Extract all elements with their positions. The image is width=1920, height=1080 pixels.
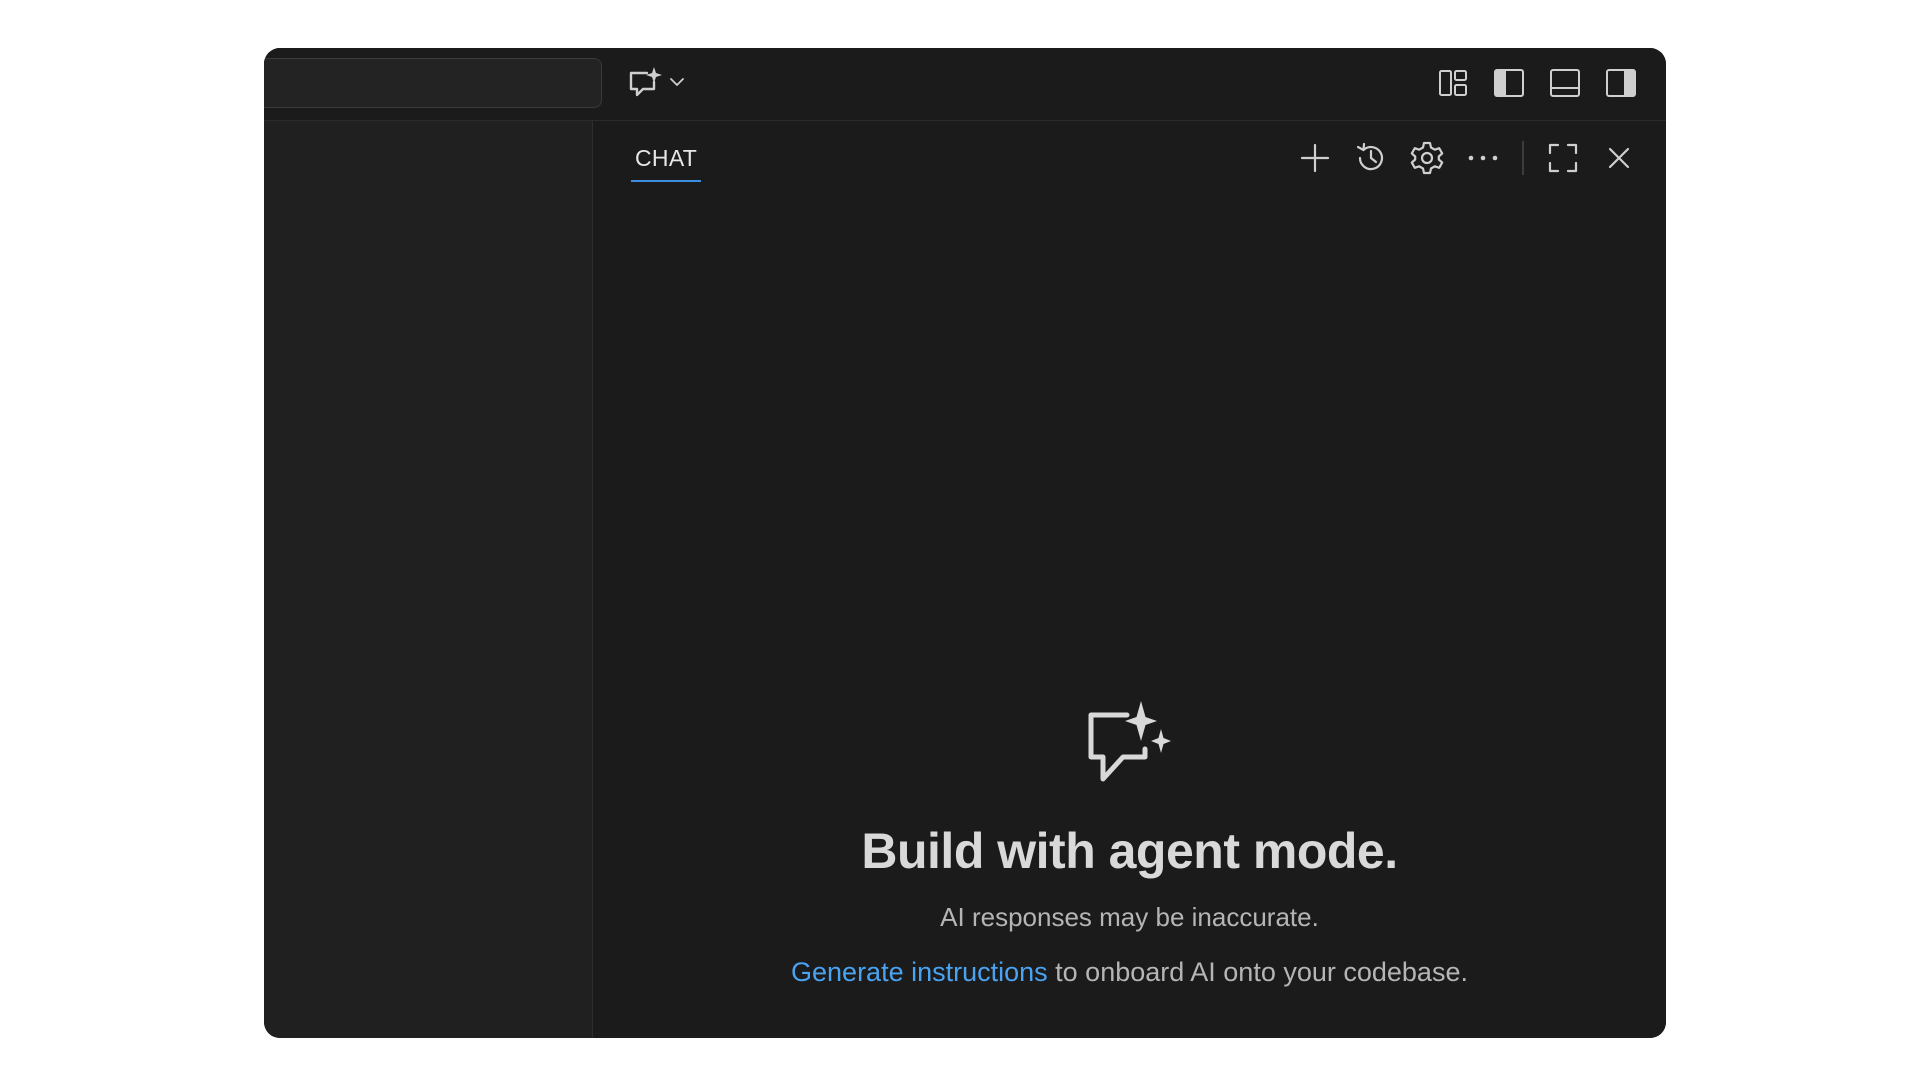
plus-icon [1299, 142, 1331, 174]
history-button[interactable] [1352, 139, 1390, 177]
maximize-button[interactable] [1544, 139, 1582, 177]
more-actions-button[interactable] [1464, 139, 1502, 177]
instructions-text: to onboard AI onto your codebase. [1047, 957, 1468, 987]
close-icon [1605, 144, 1633, 172]
primary-sidebar [264, 121, 593, 1038]
command-center-search[interactable] [264, 58, 602, 108]
chat-sparkle-icon [1087, 701, 1173, 787]
layout-controls [1436, 64, 1638, 102]
chat-actions [1296, 139, 1638, 177]
ellipsis-icon [1467, 153, 1499, 163]
sidebar-left-icon [1493, 68, 1525, 98]
title-bar [264, 48, 1666, 121]
panel-bottom-icon [1549, 68, 1581, 98]
copilot-chat-sparkle-icon [628, 65, 664, 99]
toggle-primary-sidebar-button[interactable] [1492, 66, 1526, 100]
customize-layout-button[interactable] [1436, 66, 1470, 100]
copilot-menu-button[interactable] [628, 64, 692, 100]
close-chat-button[interactable] [1600, 139, 1638, 177]
settings-button[interactable] [1408, 139, 1446, 177]
toolbar-separator [1522, 141, 1524, 175]
welcome-title: Build with agent mode. [861, 823, 1398, 879]
new-chat-button[interactable] [1296, 139, 1334, 177]
welcome-disclaimer: AI responses may be inaccurate. [940, 902, 1319, 932]
welcome-instructions: Generate instructions to onboard AI onto… [593, 957, 1666, 988]
sidebar-right-icon [1605, 68, 1637, 98]
generate-instructions-link[interactable]: Generate instructions [791, 957, 1048, 987]
chat-header: CHAT [593, 121, 1666, 191]
layout-grid-icon [1438, 68, 1468, 98]
history-icon [1354, 141, 1388, 175]
tab-chat[interactable]: CHAT [631, 141, 702, 182]
chat-panel: CHAT Build with agent mode. AI responses… [593, 121, 1666, 1038]
gear-icon [1409, 140, 1445, 176]
toggle-panel-button[interactable] [1548, 66, 1582, 100]
chat-welcome: Build with agent mode. AI responses may … [593, 701, 1666, 988]
chevron-down-icon [668, 73, 686, 91]
maximize-icon [1547, 142, 1579, 174]
toggle-secondary-sidebar-button[interactable] [1604, 66, 1638, 100]
editor-window: CHAT Build with agent mode. AI responses… [264, 48, 1666, 1038]
